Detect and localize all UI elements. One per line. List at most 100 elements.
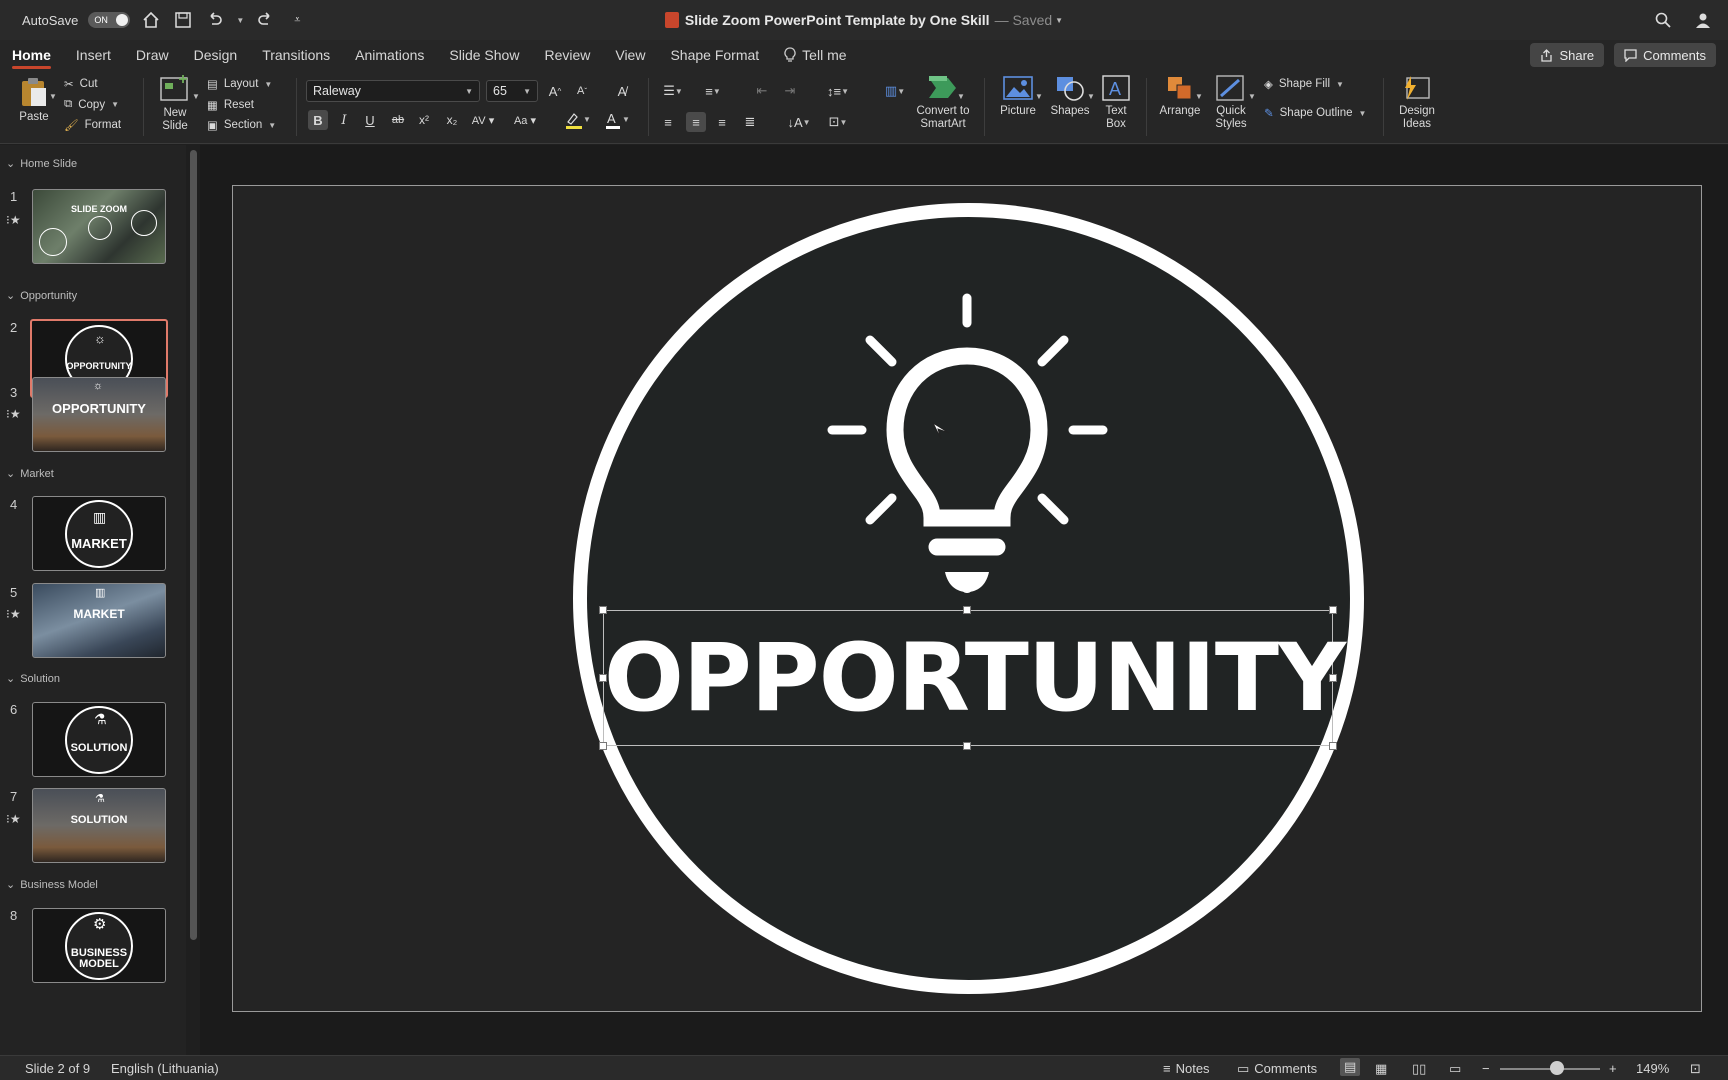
shape-fill-button[interactable]: ◈ Shape Fill ▼ [1264, 77, 1344, 91]
fit-to-window-icon[interactable]: ⊡ [1690, 1061, 1701, 1077]
bullets-icon[interactable]: ☰ ▼ [658, 81, 688, 101]
share-button[interactable]: Share [1530, 43, 1605, 67]
paste-dropdown-icon[interactable]: ▼ [49, 92, 57, 101]
section-header-market[interactable]: ⌄ Market [6, 467, 54, 481]
resize-handle-top-left[interactable] [599, 606, 607, 614]
paste-button[interactable]: Paste [14, 76, 54, 124]
title-text-box[interactable]: OPPORTUNITY [603, 610, 1346, 746]
character-spacing-icon[interactable]: AV ▾ [468, 110, 498, 130]
search-icon[interactable] [1652, 9, 1674, 31]
text-direction-icon[interactable]: ↓A ▼ [784, 112, 814, 132]
design-ideas-button[interactable]: Design Ideas [1392, 74, 1442, 131]
columns-icon[interactable]: ▥ ▼ [880, 81, 910, 101]
increase-indent-icon[interactable]: ⇥ [780, 81, 800, 101]
slide-thumbnail-1[interactable]: SLIDE ZOOM [32, 189, 166, 264]
tab-transitions[interactable]: Transitions [262, 40, 330, 70]
subscript-icon[interactable]: x₂ [442, 110, 462, 130]
section-button[interactable]: ▣ Section ▼ [207, 118, 276, 132]
resize-handle-bottom-right[interactable] [1329, 742, 1337, 750]
underline-icon[interactable]: U [360, 110, 380, 130]
increase-font-icon[interactable]: A ^ [545, 81, 565, 101]
reset-button[interactable]: ▦ Reset [207, 98, 254, 112]
cut-button[interactable]: ✂ Cut [64, 77, 98, 91]
rotate-handle[interactable] [961, 581, 973, 593]
slide-thumbnail-8[interactable]: ⚙ BUSINESS MODEL [32, 908, 166, 983]
format-painter-button[interactable]: 🖌 Format [64, 118, 121, 132]
new-slide-dropdown-icon[interactable]: ▼ [192, 92, 200, 101]
quick-styles-button[interactable]: Quick Styles [1206, 74, 1256, 131]
reading-view-icon[interactable]: ▯▯ [1412, 1061, 1426, 1077]
tab-review[interactable]: Review [544, 40, 590, 70]
section-header-business-model[interactable]: ⌄ Business Model [6, 878, 98, 892]
status-comments-button[interactable]: ▭ Comments [1237, 1061, 1317, 1077]
resize-handle-bottom-left[interactable] [599, 742, 607, 750]
save-icon[interactable] [172, 9, 194, 31]
notes-button[interactable]: ≡ Notes [1163, 1061, 1210, 1076]
slide-thumbnail-6[interactable]: ⚗ SOLUTION [32, 702, 166, 777]
clear-formatting-icon[interactable]: A̸ [612, 81, 632, 101]
highlight-icon[interactable]: ▼ [562, 110, 592, 130]
resize-handle-right[interactable] [1329, 674, 1337, 682]
align-left-icon[interactable]: ≡ [658, 112, 678, 132]
smartart-dropdown-icon[interactable]: ▼ [957, 92, 965, 101]
undo-dropdown-icon[interactable]: ▼ [236, 16, 244, 25]
account-icon[interactable] [1692, 9, 1714, 31]
slide-thumbnail-3[interactable]: ☼ OPPORTUNITY [32, 377, 166, 452]
tab-animations[interactable]: Animations [355, 40, 424, 70]
autosave-toggle[interactable]: ON [88, 12, 131, 28]
tell-me-search[interactable]: Tell me [784, 40, 847, 70]
tab-insert[interactable]: Insert [76, 40, 111, 70]
zoom-slider-thumb[interactable] [1550, 1061, 1564, 1075]
slide-thumbnail-4[interactable]: ▥ MARKET [32, 496, 166, 571]
slide-thumbnail-7[interactable]: ⚗ SOLUTION [32, 788, 166, 863]
quick-styles-dropdown-icon[interactable]: ▼ [1248, 92, 1256, 101]
undo-icon[interactable] [204, 9, 226, 31]
align-text-icon[interactable]: ⊡ ▼ [822, 112, 854, 132]
tab-home[interactable]: Home [12, 40, 51, 70]
tab-view[interactable]: View [615, 40, 645, 70]
resize-handle-bottom[interactable] [963, 742, 971, 750]
font-color-icon[interactable]: A ▼ [602, 110, 632, 130]
tab-design[interactable]: Design [194, 40, 238, 70]
redo-icon[interactable] [254, 9, 276, 31]
line-spacing-icon[interactable]: ↕≡ ▼ [822, 81, 854, 101]
font-size-select[interactable]: 65 ▼ [486, 80, 538, 102]
bold-icon[interactable]: B [308, 110, 328, 130]
section-header-solution[interactable]: ⌄ Solution [6, 672, 60, 686]
language-indicator[interactable]: English (Lithuania) [111, 1061, 219, 1076]
tab-draw[interactable]: Draw [136, 40, 169, 70]
strikethrough-icon[interactable]: ab [388, 110, 408, 130]
slide-sorter-icon[interactable]: ▦ [1375, 1061, 1387, 1077]
home-icon[interactable] [140, 9, 162, 31]
tab-shape-format[interactable]: Shape Format [670, 40, 759, 70]
comments-button[interactable]: Comments [1614, 43, 1716, 67]
align-right-icon[interactable]: ≡ [712, 112, 732, 132]
italic-icon[interactable]: I [334, 110, 354, 130]
resize-handle-top[interactable] [963, 606, 971, 614]
shapes-dropdown-icon[interactable]: ▼ [1087, 92, 1095, 101]
section-header-opportunity[interactable]: ⌄ Opportunity [6, 289, 77, 303]
customize-toolbar-icon[interactable]: ⩡ [286, 9, 308, 31]
justify-icon[interactable]: ≣ [740, 112, 760, 132]
convert-smartart-button[interactable]: Convert to SmartArt [910, 74, 976, 131]
resize-handle-top-right[interactable] [1329, 606, 1337, 614]
normal-view-icon[interactable]: ▤ [1340, 1058, 1361, 1076]
copy-button[interactable]: ⧉ Copy ▼ [64, 98, 119, 111]
zoom-out-icon[interactable]: − [1482, 1061, 1490, 1076]
resize-handle-left[interactable] [599, 674, 607, 682]
superscript-icon[interactable]: x² [414, 110, 434, 130]
thumbnail-scrollbar[interactable] [190, 150, 197, 940]
zoom-level[interactable]: 149% [1636, 1061, 1669, 1076]
picture-dropdown-icon[interactable]: ▼ [1035, 92, 1043, 101]
new-slide-button[interactable]: New Slide [152, 74, 198, 133]
text-box-button[interactable]: A Text Box [1096, 74, 1136, 131]
section-header-home-slide[interactable]: ⌄ Home Slide [6, 157, 77, 171]
lightbulb-icon[interactable] [820, 290, 1110, 600]
layout-button[interactable]: ▤ Layout ▼ [207, 77, 272, 91]
slideshow-icon[interactable]: ▭ [1449, 1061, 1461, 1077]
slide-title-text[interactable]: OPPORTUNITY [604, 629, 1346, 729]
decrease-indent-icon[interactable]: ⇤ [752, 81, 772, 101]
arrange-dropdown-icon[interactable]: ▼ [1195, 92, 1203, 101]
align-center-icon[interactable]: ≡ [686, 112, 706, 132]
decrease-font-icon[interactable]: Aˇ [572, 81, 592, 101]
